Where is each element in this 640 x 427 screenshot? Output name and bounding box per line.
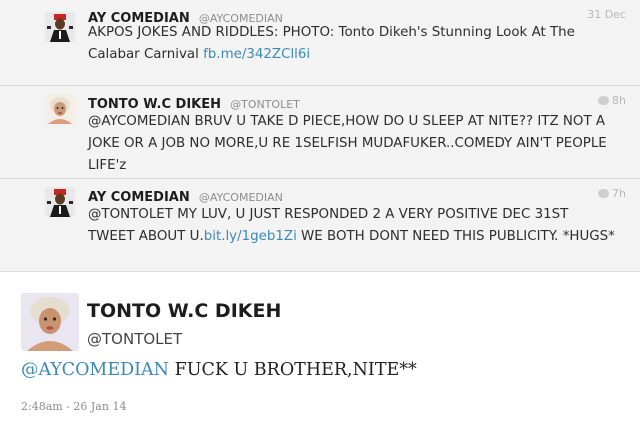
expanded-text-body: FUCK U BROTHER,NITE** (169, 360, 417, 380)
avatar[interactable] (45, 12, 75, 42)
mention-link[interactable]: @AYCOMEDIAN (21, 360, 169, 380)
tweet-link[interactable]: fb.me/342ZCll6i (203, 47, 310, 62)
avatar[interactable] (45, 94, 75, 124)
tweet-header: AY COMEDIAN @AYCOMEDIAN 7h (88, 186, 626, 205)
tweet-text-part: WE BOTH DONT NEED THIS PUBLICITY. *HUGS* (296, 229, 615, 244)
tweet-link[interactable]: bit.ly/1geb1Zi (204, 229, 297, 244)
tweet-text: AKPOS JOKES AND RIDDLES: PHOTO: Tonto Di… (88, 22, 618, 66)
tweet-time: 8h (598, 94, 626, 107)
author-handle[interactable]: @AYCOMEDIAN (199, 191, 283, 204)
author-name[interactable]: TONTO W.C DIKEH (88, 97, 221, 112)
tweet-time: 7h (598, 187, 626, 200)
time-label: 31 Dec (587, 8, 626, 21)
tweet-text-part: @AYCOMEDIAN BRUV U TAKE D PIECE,HOW DO U… (88, 114, 607, 173)
expanded-author-name[interactable]: TONTO W.C DIKEH (87, 300, 281, 322)
tweet-header: TONTO W.C DIKEH @TONTOLET 8h (88, 93, 626, 112)
expanded-author-handle[interactable]: @TONTOLET (87, 330, 182, 348)
tweet-text: @AYCOMEDIAN BRUV U TAKE D PIECE,HOW DO U… (88, 111, 618, 177)
time-label: 8h (612, 94, 626, 107)
avatar[interactable] (45, 187, 75, 217)
divider (0, 271, 640, 272)
expanded-timestamp: 2:48am - 26 Jan 14 (21, 400, 127, 413)
expanded-avatar[interactable] (21, 293, 79, 351)
tweet-text-part: AKPOS JOKES AND RIDDLES: PHOTO: Tonto Di… (88, 25, 575, 62)
tweet-row[interactable]: AY COMEDIAN @AYCOMEDIAN 31 Dec AKPOS JOK… (0, 0, 640, 85)
reply-bubble-icon (598, 189, 610, 198)
tweet-text: @TONTOLET MY LUV, U JUST RESPONDED 2 A V… (88, 204, 618, 248)
author-name[interactable]: AY COMEDIAN (88, 190, 190, 205)
author-handle[interactable]: @TONTOLET (230, 98, 300, 111)
tweet-row[interactable]: TONTO W.C DIKEH @TONTOLET 8h @AYCOMEDIAN… (0, 86, 640, 178)
tweet-row[interactable]: AY COMEDIAN @AYCOMEDIAN 7h @TONTOLET MY … (0, 179, 640, 271)
reply-bubble-icon (598, 96, 610, 105)
tweet-time: 31 Dec (587, 8, 626, 21)
expanded-tweet-text: @AYCOMEDIAN FUCK U BROTHER,NITE** (21, 360, 417, 380)
time-label: 7h (612, 187, 626, 200)
